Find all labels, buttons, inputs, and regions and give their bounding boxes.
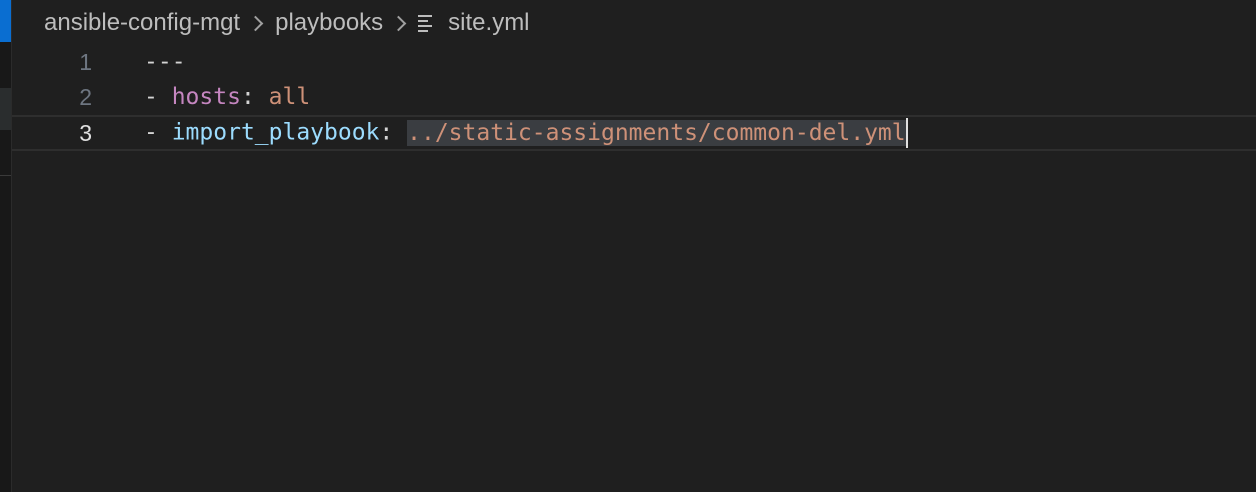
- yaml-key: hosts: [171, 84, 241, 110]
- yaml-document-start: ---: [144, 49, 186, 75]
- line-content: - import_playbook: ../static-assignments…: [144, 118, 908, 148]
- yaml-value: all: [268, 84, 311, 110]
- code-line[interactable]: 1 ---: [12, 44, 1256, 80]
- breadcrumb: ansible-config-mgt playbooks site.yml: [44, 6, 530, 40]
- activity-strip: [0, 0, 12, 492]
- breadcrumb-item-folder[interactable]: playbooks: [275, 9, 383, 37]
- editor-window: ansible-config-mgt playbooks site.yml 1 …: [0, 0, 1256, 492]
- file-lines-icon: [418, 13, 434, 33]
- text-cursor: [905, 118, 908, 148]
- list-dash: -: [144, 119, 172, 146]
- chevron-right-icon: [247, 15, 264, 31]
- active-indicator: [0, 0, 11, 42]
- yaml-key: import_playbook: [171, 119, 380, 146]
- divider: [0, 175, 11, 176]
- line-number: 3: [79, 119, 92, 146]
- chevron-right-icon: [390, 15, 407, 31]
- breadcrumb-item-repo[interactable]: ansible-config-mgt: [44, 9, 240, 37]
- activity-item[interactable]: [0, 88, 11, 130]
- code-line-current[interactable]: 3 - import_playbook: ../static-assignmen…: [12, 115, 1256, 151]
- list-dash: -: [144, 84, 172, 110]
- line-content: ---: [144, 49, 186, 75]
- breadcrumb-item-file[interactable]: site.yml: [448, 9, 529, 37]
- selected-yaml-value[interactable]: ../static-assignments/common-del.yml: [407, 119, 906, 146]
- line-number: 1: [79, 48, 92, 75]
- code-editor[interactable]: 1 --- 2 - hosts: all 3 - import_playbook…: [12, 44, 1256, 492]
- line-number: 2: [79, 83, 92, 110]
- yaml-separator: :: [240, 84, 269, 110]
- code-line[interactable]: 2 - hosts: all: [12, 79, 1256, 115]
- yaml-separator: :: [379, 119, 408, 146]
- line-content: - hosts: all: [144, 84, 310, 110]
